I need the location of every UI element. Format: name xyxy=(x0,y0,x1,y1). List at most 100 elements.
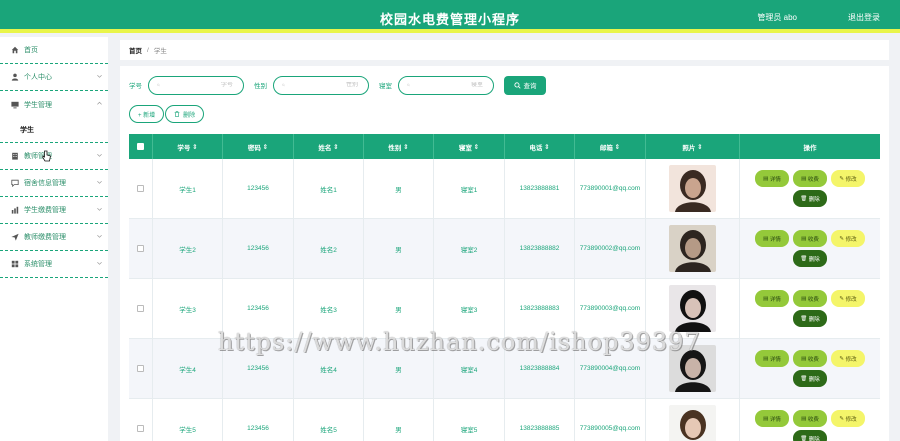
column-header[interactable]: 邮箱 ⇕ xyxy=(575,134,646,159)
name-cell: 姓名5 xyxy=(294,399,364,441)
batch-delete-button[interactable]: 删除 xyxy=(165,105,205,123)
gender-label: 性别 xyxy=(254,83,267,90)
sidebar-item-label: 学生缴费管理 xyxy=(24,207,66,214)
charge-button[interactable]: ▤ 收费 xyxy=(793,170,827,187)
search-icon xyxy=(513,81,521,89)
student-id-input[interactable] xyxy=(163,82,233,88)
table-row: 学生4 123456 姓名4 男 寝室4 13823888884 7738900… xyxy=(129,339,880,399)
detail-label: 详情 xyxy=(769,176,781,183)
charge-label: 收费 xyxy=(807,296,819,303)
column-header[interactable]: 姓名 ⇕ xyxy=(294,134,364,159)
row-checkbox[interactable] xyxy=(137,365,144,372)
trash-icon: 🗑 xyxy=(800,315,809,322)
sidebar-subitem-students[interactable]: 学生 xyxy=(0,118,108,143)
select-all-checkbox[interactable] xyxy=(137,143,144,150)
sidebar-item-label: 首页 xyxy=(24,47,38,54)
sidebar-item-personal-center[interactable]: 个人中心 xyxy=(0,64,108,91)
edit-button[interactable]: ✎ 修改 xyxy=(831,410,865,427)
chevron-down-icon xyxy=(97,235,102,238)
delete-button[interactable]: 🗑 删除 xyxy=(793,370,827,387)
operations-cell: ▤ 详情 ▤ 收费 ✎ 修改 🗑 删除 xyxy=(740,339,880,398)
detail-button[interactable]: ▤ 详情 xyxy=(755,350,789,367)
sidebar-item-home[interactable]: 首页 xyxy=(0,37,108,64)
sidebar-item-system-management[interactable]: 系统管理 xyxy=(0,251,108,278)
column-header[interactable]: 照片 ⇕ xyxy=(646,134,740,159)
chevron-up-icon xyxy=(97,101,102,105)
photo-cell xyxy=(646,339,740,398)
charge-button[interactable]: ▤ 收费 xyxy=(793,230,827,247)
column-header-label: 性别 xyxy=(388,144,402,152)
password-cell: 123456 xyxy=(223,159,294,218)
gender-cell: 男 xyxy=(364,159,434,218)
monitor-icon xyxy=(10,100,19,109)
add-button[interactable]: + 新增 xyxy=(129,105,165,123)
table-body: 学生1 123456 姓名1 男 寝室1 13823888881 7738900… xyxy=(129,159,880,441)
student-photo xyxy=(669,285,716,332)
dorm-cell: 寝室1 xyxy=(434,159,505,218)
search-icon xyxy=(282,83,285,87)
charge-button[interactable]: ▤ 收费 xyxy=(793,290,827,307)
row-checkbox[interactable] xyxy=(137,185,144,192)
user-icon xyxy=(10,73,19,82)
column-header[interactable]: 寝室 ⇕ xyxy=(434,134,505,159)
trash-icon: 🗑 xyxy=(800,375,809,382)
delete-button[interactable]: 🗑 删除 xyxy=(793,430,827,441)
breadcrumb-separator: / xyxy=(147,46,149,54)
name-cell: 姓名3 xyxy=(294,279,364,338)
charge-icon: ▤ xyxy=(801,355,808,362)
charge-button[interactable]: ▤ 收费 xyxy=(793,410,827,427)
table-header: 学号 ⇕ 密码 ⇕ 姓名 ⇕ 性别 ⇕ 寝室 ⇕ 电话 ⇕ 邮箱 ⇕ 照片 ⇕ … xyxy=(129,134,880,159)
column-header[interactable]: 密码 ⇕ xyxy=(223,134,294,159)
detail-button[interactable]: ▤ 详情 xyxy=(755,410,789,427)
edit-button[interactable]: ✎ 修改 xyxy=(831,290,865,307)
phone-cell: 13823888881 xyxy=(505,159,575,218)
edit-button[interactable]: ✎ 修改 xyxy=(831,230,865,247)
delete-button[interactable]: 🗑 删除 xyxy=(793,250,827,267)
column-header[interactable]: 性别 ⇕ xyxy=(364,134,434,159)
phone-cell: 13823888885 xyxy=(505,399,575,441)
sort-icon: ⇕ xyxy=(544,143,550,151)
breadcrumb-home-link[interactable]: 首页 xyxy=(129,45,142,55)
gender-cell: 男 xyxy=(364,399,434,441)
gender-input[interactable] xyxy=(288,82,358,88)
row-select-cell xyxy=(129,219,153,278)
edit-button[interactable]: ✎ 修改 xyxy=(831,350,865,367)
column-header[interactable]: 学号 ⇕ xyxy=(153,134,223,159)
delete-button[interactable]: 🗑 删除 xyxy=(793,310,827,327)
sidebar-item-label: 教师缴费管理 xyxy=(24,234,66,241)
sidebar-item-student-payment[interactable]: 学生缴费管理 xyxy=(0,197,108,224)
name-cell: 姓名2 xyxy=(294,219,364,278)
gender-cell: 男 xyxy=(364,219,434,278)
row-select-cell xyxy=(129,159,153,218)
charge-button[interactable]: ▤ 收费 xyxy=(793,350,827,367)
operations-cell: ▤ 详情 ▤ 收费 ✎ 修改 🗑 删除 xyxy=(740,279,880,338)
phone-cell: 13823888882 xyxy=(505,219,575,278)
column-header[interactable]: 电话 ⇕ xyxy=(505,134,575,159)
edit-button[interactable]: ✎ 修改 xyxy=(831,170,865,187)
sidebar-item-teacher-management[interactable]: 教师管理 xyxy=(0,143,108,170)
sort-icon: ⇕ xyxy=(403,143,409,151)
sidebar-item-dorm-management[interactable]: 宿舍信息管理 xyxy=(0,170,108,197)
chart-icon xyxy=(10,206,19,215)
row-checkbox[interactable] xyxy=(137,425,144,432)
detail-button[interactable]: ▤ 详情 xyxy=(755,290,789,307)
email-cell: 773890001@qq.com xyxy=(575,159,646,218)
row-checkbox[interactable] xyxy=(137,245,144,252)
delete-button[interactable]: 🗑 删除 xyxy=(793,190,827,207)
delete-label: 删除 xyxy=(808,196,820,203)
row-checkbox[interactable] xyxy=(137,305,144,312)
logout-link[interactable]: 退出登录 xyxy=(848,12,880,23)
edit-label: 修改 xyxy=(845,296,857,303)
charge-icon: ▤ xyxy=(801,235,808,242)
detail-icon: ▤ xyxy=(763,175,770,182)
dorm-input[interactable] xyxy=(413,82,483,88)
sidebar-item-teacher-payment[interactable]: 教师缴费管理 xyxy=(0,224,108,251)
detail-button[interactable]: ▤ 详情 xyxy=(755,230,789,247)
detail-button[interactable]: ▤ 详情 xyxy=(755,170,789,187)
query-button[interactable]: 查询 xyxy=(504,75,546,95)
password-cell: 123456 xyxy=(223,339,294,398)
password-cell: 123456 xyxy=(223,219,294,278)
sidebar-item-student-management[interactable]: 学生管理 xyxy=(0,91,108,118)
student-id-cell: 学生1 xyxy=(153,159,223,218)
detail-label: 详情 xyxy=(769,356,781,363)
